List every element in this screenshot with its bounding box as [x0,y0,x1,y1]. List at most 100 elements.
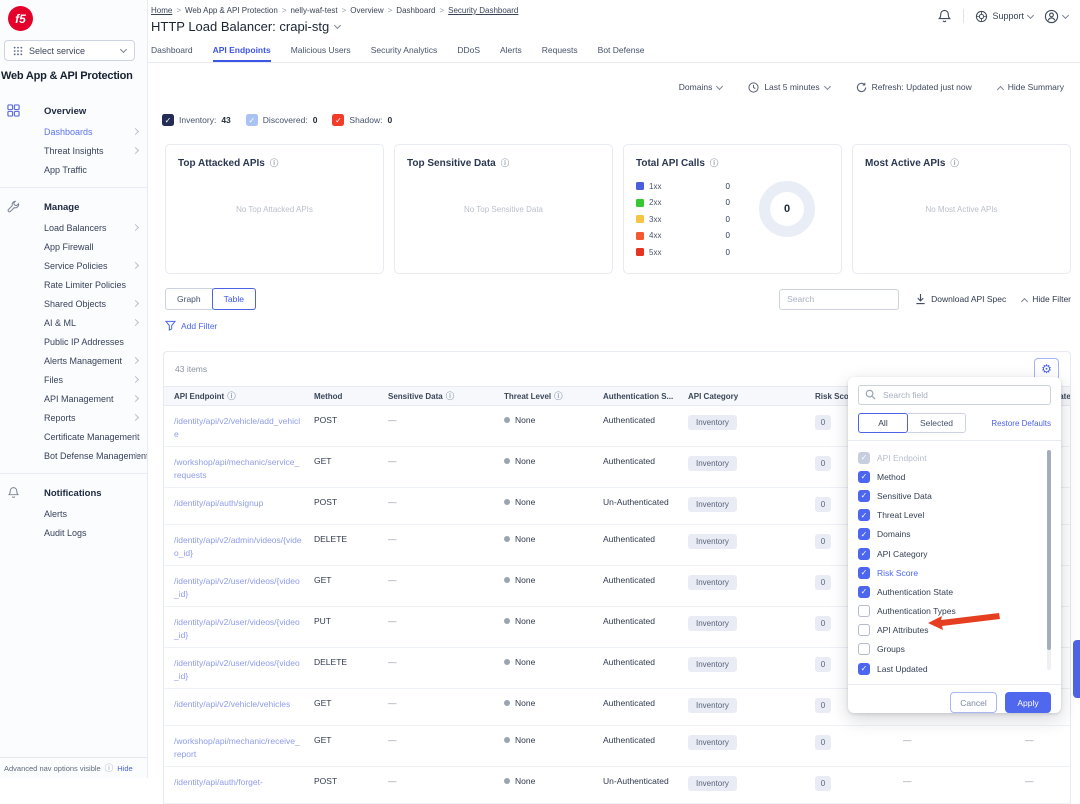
field-option-sensitive-data[interactable]: ✓Sensitive Data [858,486,1051,505]
column-header-threat-level[interactable]: Threat Levelⓘ [504,390,603,402]
support-menu[interactable]: Support [975,10,1033,23]
api-endpoint-link[interactable]: /workshop/api/mechanic/receive_report [164,735,314,760]
hide-filter-toggle[interactable]: Hide Filter [1022,294,1071,304]
checkbox[interactable]: ✓ [858,586,870,598]
field-option-authentication-state[interactable]: ✓Authentication State [858,582,1051,601]
cancel-button[interactable]: Cancel [950,692,997,713]
sidebar-item-load-balancers[interactable]: Load Balancers [0,218,147,237]
api-endpoint-link[interactable]: /identity/api/v2/admin/videos/{video_id} [164,534,314,559]
checkbox[interactable]: ✓ [858,567,870,579]
checkbox[interactable]: ✓ [246,114,258,126]
column-header-sensitive-data[interactable]: Sensitive Dataⓘ [388,390,504,402]
checkbox[interactable]: ✓ [858,528,870,540]
notifications-bell-icon[interactable] [937,8,952,24]
sidebar-item-dashboards[interactable]: Dashboards [0,122,147,141]
tab-dashboard[interactable]: Dashboard [151,40,193,62]
checkbox[interactable]: ✓ [858,490,870,502]
api-endpoint-link[interactable]: /identity/api/v2/user/videos/{video_id} [164,616,314,641]
hide-summary-toggle[interactable]: Hide Summary [998,82,1064,92]
view-toggle-graph[interactable]: Graph [165,288,213,310]
checkbox[interactable] [858,643,870,655]
apply-button[interactable]: Apply [1005,692,1051,713]
panel-scrollbar-thumb[interactable] [1047,450,1051,650]
sidebar-item-threat-insights[interactable]: Threat Insights [0,141,147,160]
sidebar-item-app-traffic[interactable]: App Traffic [0,160,147,179]
search-input[interactable] [779,289,899,310]
chevron-down-icon[interactable] [334,22,341,29]
time-range-dropdown[interactable]: Last 5 minutes [748,82,829,93]
inventory-filter-discovered[interactable]: ✓Discovered:0 [246,114,318,126]
field-search-input[interactable] [858,385,1051,405]
refresh-button[interactable]: Refresh: Updated just now [856,82,972,93]
sidebar-item-app-firewall[interactable]: App Firewall [0,237,147,256]
panel-scrollbar[interactable] [1047,450,1051,670]
checkbox[interactable]: ✓ [858,548,870,560]
field-option-groups[interactable]: Groups [858,640,1051,659]
download-api-spec-button[interactable]: Download API Spec [915,293,1006,305]
field-option-threat-level[interactable]: ✓Threat Level [858,506,1051,525]
checkbox[interactable] [858,624,870,636]
view-toggle-table[interactable]: Table [212,288,256,310]
account-menu[interactable] [1044,9,1068,24]
sidebar-item-shared-objects[interactable]: Shared Objects [0,294,147,313]
domains-dropdown[interactable]: Domains [679,82,723,92]
api-endpoint-link[interactable]: /identity/api/v2/user/videos/{video_id} [164,657,314,682]
sidebar-item-audit-logs[interactable]: Audit Logs [0,523,147,542]
sidebar-item-rate-limiter-policies[interactable]: Rate Limiter Policies [0,275,147,294]
tab-malicious-users[interactable]: Malicious Users [291,40,351,62]
sidebar-item-ai-ml[interactable]: AI & ML [0,313,147,332]
sidebar-item-bot-defense-management[interactable]: Bot Defense Management [0,446,147,465]
sidebar-item-certificate-management[interactable]: Certificate Management [0,427,147,446]
page-scrollbar[interactable] [1073,640,1080,698]
f5-logo[interactable]: f5 [8,6,33,31]
column-header-method[interactable]: Method [314,392,388,401]
field-option-risk-score[interactable]: ✓Risk Score [858,563,1051,582]
inventory-filter-shadow[interactable]: ✓Shadow:0 [332,114,392,126]
checkbox[interactable]: ✓ [858,452,870,464]
checkbox[interactable]: ✓ [858,471,870,483]
sidebar-item-alerts-management[interactable]: Alerts Management [0,351,147,370]
breadcrumb-item[interactable]: Security Dashboard [448,6,518,15]
column-header-api-category[interactable]: API Category [688,392,815,401]
sidebar-item-public-ip-addresses[interactable]: Public IP Addresses [0,332,147,351]
select-service-dropdown[interactable]: Select service [4,40,135,61]
add-filter-button[interactable]: Add Filter [165,320,217,331]
sidebar-item-alerts[interactable]: Alerts [0,504,147,523]
tab-requests[interactable]: Requests [542,40,578,62]
api-endpoint-link[interactable]: /identity/api/v2/user/videos/{video_id} [164,575,314,600]
checkbox[interactable]: ✓ [858,663,870,675]
sidebar-item-reports[interactable]: Reports [0,408,147,427]
checkbox[interactable] [858,605,870,617]
tab-ddos[interactable]: DDoS [457,40,480,62]
tab-bot-defense[interactable]: Bot Defense [598,40,645,62]
column-header-api-endpoint[interactable]: API Endpointⓘ [164,390,314,402]
tab-security-analytics[interactable]: Security Analytics [371,40,438,62]
filter-all-button[interactable]: All [858,413,908,433]
breadcrumb-item[interactable]: Home [151,6,172,15]
breadcrumb-item[interactable]: nelly-waf-test [290,6,337,15]
hide-nav-link[interactable]: Hide [117,764,132,773]
column-header-authentication-s[interactable]: Authentication S... [603,392,688,401]
checkbox[interactable]: ✓ [332,114,344,126]
field-option-api-category[interactable]: ✓API Category [858,544,1051,563]
filter-selected-button[interactable]: Selected [908,413,966,433]
breadcrumb-item[interactable]: Dashboard [396,6,435,15]
field-option-method[interactable]: ✓Method [858,467,1051,486]
breadcrumb-item[interactable]: Web App & API Protection [185,6,278,15]
inventory-filter-inventory[interactable]: ✓Inventory:43 [162,114,231,126]
api-endpoint-link[interactable]: /identity/api/auth/signup [164,497,314,510]
field-option-api-endpoint[interactable]: ✓API Endpoint [858,448,1051,467]
breadcrumb-item[interactable]: Overview [350,6,383,15]
tab-alerts[interactable]: Alerts [500,40,522,62]
sidebar-item-files[interactable]: Files [0,370,147,389]
field-option-domains[interactable]: ✓Domains [858,525,1051,544]
restore-defaults-link[interactable]: Restore Defaults [991,419,1051,428]
checkbox[interactable]: ✓ [858,509,870,521]
api-endpoint-link[interactable]: /workshop/api/mechanic/service_requests [164,456,314,481]
api-endpoint-link[interactable]: /identity/api/v2/vehicle/add_vehicle [164,415,314,440]
checkbox[interactable]: ✓ [162,114,174,126]
tab-api-endpoints[interactable]: API Endpoints [213,40,271,62]
sidebar-item-api-management[interactable]: API Management [0,389,147,408]
api-endpoint-link[interactable]: /identity/api/v2/vehicle/vehicles [164,698,314,711]
field-option-last-updated[interactable]: ✓Last Updated [858,659,1051,678]
